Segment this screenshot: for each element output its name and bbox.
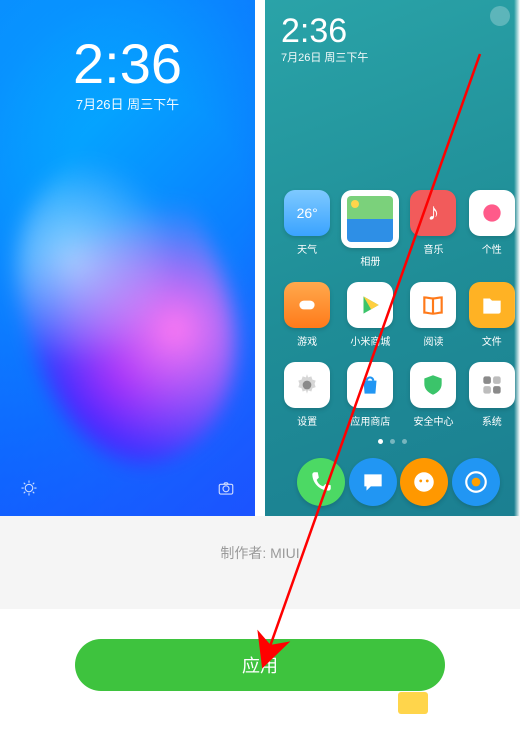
home-date: 7月26日 周三下午: [281, 49, 504, 65]
app-label: 小米商城: [350, 333, 390, 348]
app-personalize[interactable]: 个性: [468, 190, 516, 268]
tools-folder-icon: [469, 362, 515, 408]
folder-icon: [469, 282, 515, 328]
app-app-store[interactable]: 应用商店: [341, 362, 399, 428]
promo-tag-icon: [398, 692, 428, 714]
dock: [265, 458, 520, 506]
app-grid: 26° 天气 相册 音乐 个性 游戏 小米商城 阅读 文件 设置 应用商店 安全中…: [265, 190, 520, 428]
app-music[interactable]: 音乐: [409, 190, 457, 268]
app-games[interactable]: 游戏: [283, 282, 331, 348]
dock-phone-icon[interactable]: [297, 458, 345, 506]
theme-preview-row: 2:36 7月26日 周三下午 2:36 7月26日 周三下午 26° 天气 相册…: [0, 0, 520, 516]
app-weather[interactable]: 26° 天气: [283, 190, 331, 268]
app-security[interactable]: 安全中心: [409, 362, 457, 428]
shield-icon: [410, 362, 456, 408]
lockscreen-preview[interactable]: 2:36 7月26日 周三下午: [0, 0, 255, 516]
app-label: 阅读: [423, 333, 443, 348]
dock-messages-icon[interactable]: [349, 458, 397, 506]
app-label: 相册: [360, 253, 380, 268]
app-label: 设置: [297, 413, 317, 428]
dock-contacts-icon[interactable]: [400, 458, 448, 506]
gallery-icon: [341, 190, 399, 248]
app-store-icon: [347, 362, 393, 408]
gear-icon: [284, 362, 330, 408]
app-settings[interactable]: 设置: [283, 362, 331, 428]
lock-date: 7月26日 周三下午: [0, 94, 255, 113]
app-label: 文件: [482, 333, 502, 348]
apply-button[interactable]: 应用: [75, 639, 445, 691]
weather-icon: 26°: [284, 190, 330, 236]
dock-browser-icon[interactable]: [452, 458, 500, 506]
camera-icon: [217, 479, 235, 502]
app-reader[interactable]: 阅读: [409, 282, 457, 348]
app-gallery[interactable]: 相册: [341, 190, 399, 268]
game-icon: [284, 282, 330, 328]
music-icon: [410, 190, 456, 236]
app-mi-store[interactable]: 小米商城: [341, 282, 399, 348]
lock-time: 2:36: [0, 36, 255, 92]
home-clock: 2:36 7月26日 周三下午: [265, 0, 520, 65]
homescreen-preview[interactable]: 2:36 7月26日 周三下午 26° 天气 相册 音乐 个性 游戏 小米商城 阅…: [265, 0, 520, 516]
app-label: 应用商店: [350, 413, 390, 428]
theme-icon: [469, 190, 515, 236]
app-tools[interactable]: 系统: [468, 362, 516, 428]
footer-bar: 应用: [0, 609, 520, 703]
play-icon: [347, 282, 393, 328]
app-files[interactable]: 文件: [468, 282, 516, 348]
book-icon: [410, 282, 456, 328]
app-label: 天气: [297, 241, 317, 256]
app-label: 系统: [482, 413, 502, 428]
app-label: 安全中心: [413, 413, 453, 428]
status-avatar-icon: [490, 6, 510, 26]
app-label: 游戏: [297, 333, 317, 348]
voice-icon: [20, 479, 38, 502]
app-label: 个性: [482, 241, 502, 256]
author-label: 制作者: MIUI: [0, 516, 520, 609]
app-label: 音乐: [423, 241, 443, 256]
page-indicator: [265, 439, 520, 444]
home-time: 2:36: [281, 14, 504, 48]
lock-clock: 2:36 7月26日 周三下午: [0, 0, 255, 113]
